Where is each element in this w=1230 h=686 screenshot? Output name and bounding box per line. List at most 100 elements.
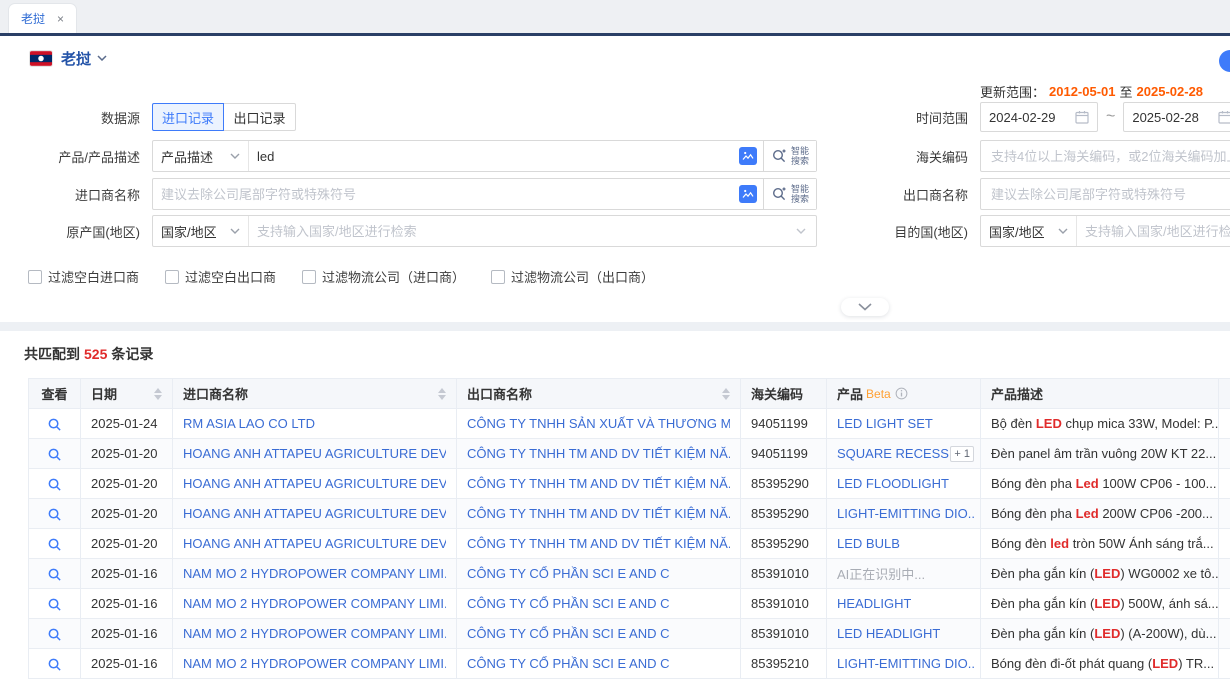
sort-importer[interactable] (438, 388, 446, 400)
col-exporter-label: 出口商名称 (467, 384, 532, 403)
importer-link[interactable]: HOANG ANH ATTAPEU AGRICULTURE DEVE... (183, 536, 446, 551)
tab-export-records[interactable]: 出口记录 (224, 103, 296, 131)
overflow-cell (1219, 409, 1230, 439)
product-more-badge[interactable]: + 1 (950, 446, 974, 462)
product-link[interactable]: LIGHT-EMITTING DIO... (837, 506, 974, 521)
checkbox-filter-logistics-importer[interactable]: 过滤物流公司（进口商） (302, 267, 465, 286)
product-search-input[interactable] (249, 141, 733, 171)
exporter-link[interactable]: CÔNG TY CỔ PHẦN SCI E AND C (467, 566, 730, 581)
results-table: 查看 日期 进口商名称 (28, 378, 1230, 679)
overflow-cell (1219, 499, 1230, 529)
product-desc-cell: Bóng đèn pha Led 100W CP06 - 100... (981, 469, 1219, 499)
importer-link[interactable]: HOANG ANH ATTAPEU AGRICULTURE DEVE... (183, 506, 446, 521)
importer-label: 进口商名称 (0, 185, 152, 204)
update-range-label: 更新范围： (980, 82, 1045, 101)
importer-link[interactable]: NAM MO 2 HYDROPOWER COMPANY LIMI... (183, 626, 446, 641)
beta-badge: Beta (866, 387, 891, 401)
exporter-link[interactable]: CÔNG TY TNHH TM AND DV TIẾT KIỆM NĂ... (467, 536, 730, 551)
importer-link[interactable]: HOANG ANH ATTAPEU AGRICULTURE DEVE... (183, 476, 446, 491)
importer-link[interactable]: NAM MO 2 HYDROPOWER COMPANY LIMI... (183, 596, 446, 611)
product-link[interactable]: SQUARE RECESS... (837, 446, 950, 461)
view-record-icon[interactable] (47, 627, 62, 642)
sort-date[interactable] (154, 388, 162, 400)
exporter-link[interactable]: CÔNG TY CỔ PHẦN SCI E AND C (467, 656, 730, 671)
exporter-label: 出口商名称 (817, 185, 980, 204)
origin-label: 原产国(地区) (0, 222, 152, 241)
origin-type-select[interactable]: 国家/地区 (153, 216, 249, 246)
origin-select-group: 国家/地区 (152, 215, 817, 247)
importer-link[interactable]: HOANG ANH ATTAPEU AGRICULTURE DEVE... (183, 446, 446, 461)
view-record-icon[interactable] (47, 507, 62, 522)
hs-code-cell: 85391010 (741, 589, 827, 619)
view-record-icon[interactable] (47, 537, 62, 552)
date-start-value: 2024-02-29 (989, 110, 1056, 125)
smart-search-label: 智能搜索 (791, 184, 809, 204)
smart-search-button[interactable]: 智能搜索 (763, 179, 816, 209)
importer-link[interactable]: RM ASIA LAO CO LTD (183, 416, 446, 431)
date-cell: 2025-01-24 (81, 409, 173, 439)
exporter-link[interactable]: CÔNG TY TNHH TM AND DV TIẾT KIỆM NĂ... (467, 506, 730, 521)
image-search-icon[interactable] (739, 185, 757, 203)
checkbox-filter-blank-importer[interactable]: 过滤空白进口商 (28, 267, 139, 286)
product-desc-cell: Bộ đèn LED chụp mica 33W, Model: P... (981, 409, 1219, 439)
checkbox-icon[interactable] (302, 270, 316, 284)
importer-input[interactable] (153, 179, 733, 209)
product-link[interactable]: HEADLIGHT (837, 596, 911, 611)
hscode-input[interactable] (980, 140, 1230, 172)
exporter-link[interactable]: CÔNG TY CỔ PHẦN SCI E AND C (467, 626, 730, 641)
destination-country-input[interactable] (1077, 216, 1230, 246)
image-search-icon[interactable] (739, 147, 757, 165)
hs-code-cell: 94051199 (741, 439, 827, 469)
date-start-input[interactable]: 2024-02-29 (980, 102, 1098, 132)
exporter-link[interactable]: CÔNG TY CỔ PHẦN SCI E AND C (467, 596, 730, 611)
tab-laos[interactable]: 老挝 × (8, 3, 77, 33)
product-link[interactable]: LIGHT-EMITTING DIO... (837, 656, 974, 671)
close-icon[interactable]: × (57, 12, 64, 26)
col-date: 日期 (81, 379, 173, 409)
view-record-icon[interactable] (47, 657, 62, 672)
view-record-icon[interactable] (47, 477, 62, 492)
exporter-link[interactable]: CÔNG TY TNHH SẢN XUẤT VÀ THƯƠNG M... (467, 416, 730, 431)
col-product-label: 产品 (837, 384, 863, 403)
checkbox-filter-blank-exporter[interactable]: 过滤空白出口商 (165, 267, 276, 286)
view-record-icon[interactable] (47, 567, 62, 582)
chevron-down-icon[interactable] (796, 228, 806, 234)
origin-country-input[interactable] (249, 216, 796, 246)
smart-search-button[interactable]: 智能搜索 (763, 141, 816, 171)
chevron-down-icon[interactable] (97, 55, 107, 61)
collapse-filters-button[interactable] (841, 298, 889, 316)
view-record-icon[interactable] (47, 417, 62, 432)
destination-type-select[interactable]: 国家/地区 (981, 216, 1077, 246)
importer-link[interactable]: NAM MO 2 HYDROPOWER COMPANY LIMI... (183, 656, 446, 671)
filter-panel: 更新范围： 2012-05-01 至 2025-02-28 数据源 进口记录 出… (0, 82, 1230, 322)
tab-import-records[interactable]: 进口记录 (152, 103, 224, 131)
checkbox-label: 过滤物流公司（进口商） (322, 267, 465, 286)
overflow-cell (1219, 589, 1230, 619)
view-record-icon[interactable] (47, 597, 62, 612)
importer-link[interactable]: NAM MO 2 HYDROPOWER COMPANY LIMI... (183, 566, 446, 581)
date-end-value: 2025-02-28 (1132, 110, 1199, 125)
checkbox-icon[interactable] (491, 270, 505, 284)
beta-info-icon[interactable] (895, 387, 908, 400)
checkbox-icon[interactable] (28, 270, 42, 284)
hs-code-cell: 85395290 (741, 499, 827, 529)
exporter-link[interactable]: CÔNG TY TNHH TM AND DV TIẾT KIỆM NĂ... (467, 476, 730, 491)
date-end-input[interactable]: 2025-02-28 (1123, 102, 1230, 132)
checkbox-icon[interactable] (165, 270, 179, 284)
exporter-input[interactable] (980, 178, 1230, 210)
product-link[interactable]: LED LIGHT SET (837, 416, 933, 431)
product-link[interactable]: LED FLOODLIGHT (837, 476, 949, 491)
table-row: 2025-01-20 HOANG ANH ATTAPEU AGRICULTURE… (29, 529, 1230, 559)
view-record-icon[interactable] (47, 447, 62, 462)
product-field-select[interactable]: 产品描述 (153, 141, 249, 171)
hs-code-cell: 85391010 (741, 619, 827, 649)
col-exporter: 出口商名称 (457, 379, 741, 409)
table-row: 2025-01-20 HOANG ANH ATTAPEU AGRICULTURE… (29, 469, 1230, 499)
exporter-link[interactable]: CÔNG TY TNHH TM AND DV TIẾT KIỆM NĂ... (467, 446, 730, 461)
checkbox-filter-logistics-exporter[interactable]: 过滤物流公司（出口商） (491, 267, 654, 286)
overflow-cell (1219, 469, 1230, 499)
product-link[interactable]: LED BULB (837, 536, 900, 551)
sort-exporter[interactable] (722, 388, 730, 400)
table-header-row: 查看 日期 进口商名称 (29, 379, 1230, 409)
product-link[interactable]: LED HEADLIGHT (837, 626, 940, 641)
